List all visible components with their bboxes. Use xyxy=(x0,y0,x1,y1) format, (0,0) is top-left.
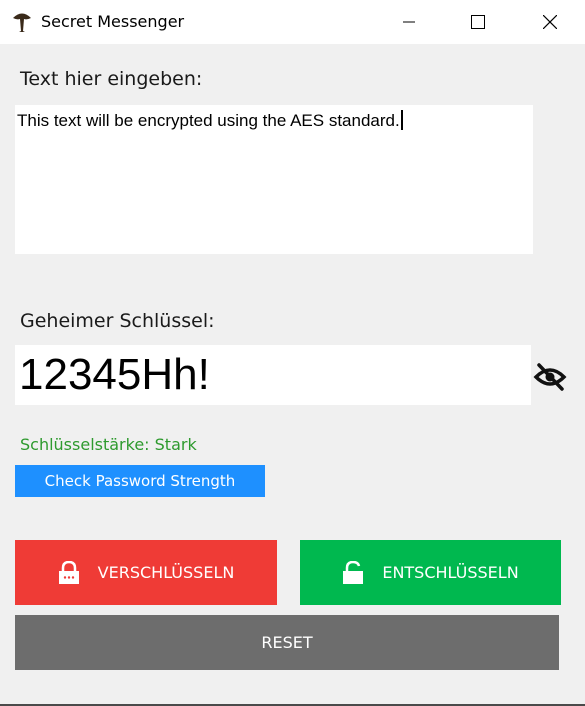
decrypt-button-label: ENTSCHLÜSSELN xyxy=(382,563,519,582)
decrypt-button[interactable]: ENTSCHLÜSSELN xyxy=(300,540,561,605)
minimize-button[interactable] xyxy=(386,0,432,44)
window-title: Secret Messenger xyxy=(41,12,185,31)
mushroom-icon xyxy=(13,13,31,32)
eye-slash-icon xyxy=(533,363,567,391)
encrypt-button-label: VERSCHLÜSSELN xyxy=(97,563,235,582)
title-bar: Secret Messenger xyxy=(0,0,585,44)
minimize-icon xyxy=(403,21,415,23)
key-strength-text: Schlüsselstärke: Stark xyxy=(20,435,197,454)
message-textarea[interactable]: This text will be encrypted using the AE… xyxy=(15,105,533,254)
check-password-strength-button[interactable]: Check Password Strength xyxy=(15,465,265,497)
message-text: This text will be encrypted using the AE… xyxy=(17,111,400,130)
close-icon xyxy=(543,15,557,29)
reset-button[interactable]: RESET xyxy=(15,615,559,670)
encrypt-button[interactable]: VERSCHLÜSSELN xyxy=(15,540,277,605)
maximize-button[interactable] xyxy=(455,0,501,44)
maximize-icon xyxy=(471,15,485,29)
secret-key-input[interactable]: 12345Hh! xyxy=(15,345,531,405)
key-label: Geheimer Schlüssel: xyxy=(20,310,215,332)
show-password-toggle[interactable] xyxy=(533,362,567,392)
text-caret xyxy=(400,110,403,130)
lock-open-icon xyxy=(343,560,364,584)
close-button[interactable] xyxy=(527,0,573,44)
message-label: Text hier eingeben: xyxy=(20,68,203,90)
secret-key-value: 12345Hh! xyxy=(19,350,210,399)
lock-closed-icon xyxy=(58,560,79,584)
